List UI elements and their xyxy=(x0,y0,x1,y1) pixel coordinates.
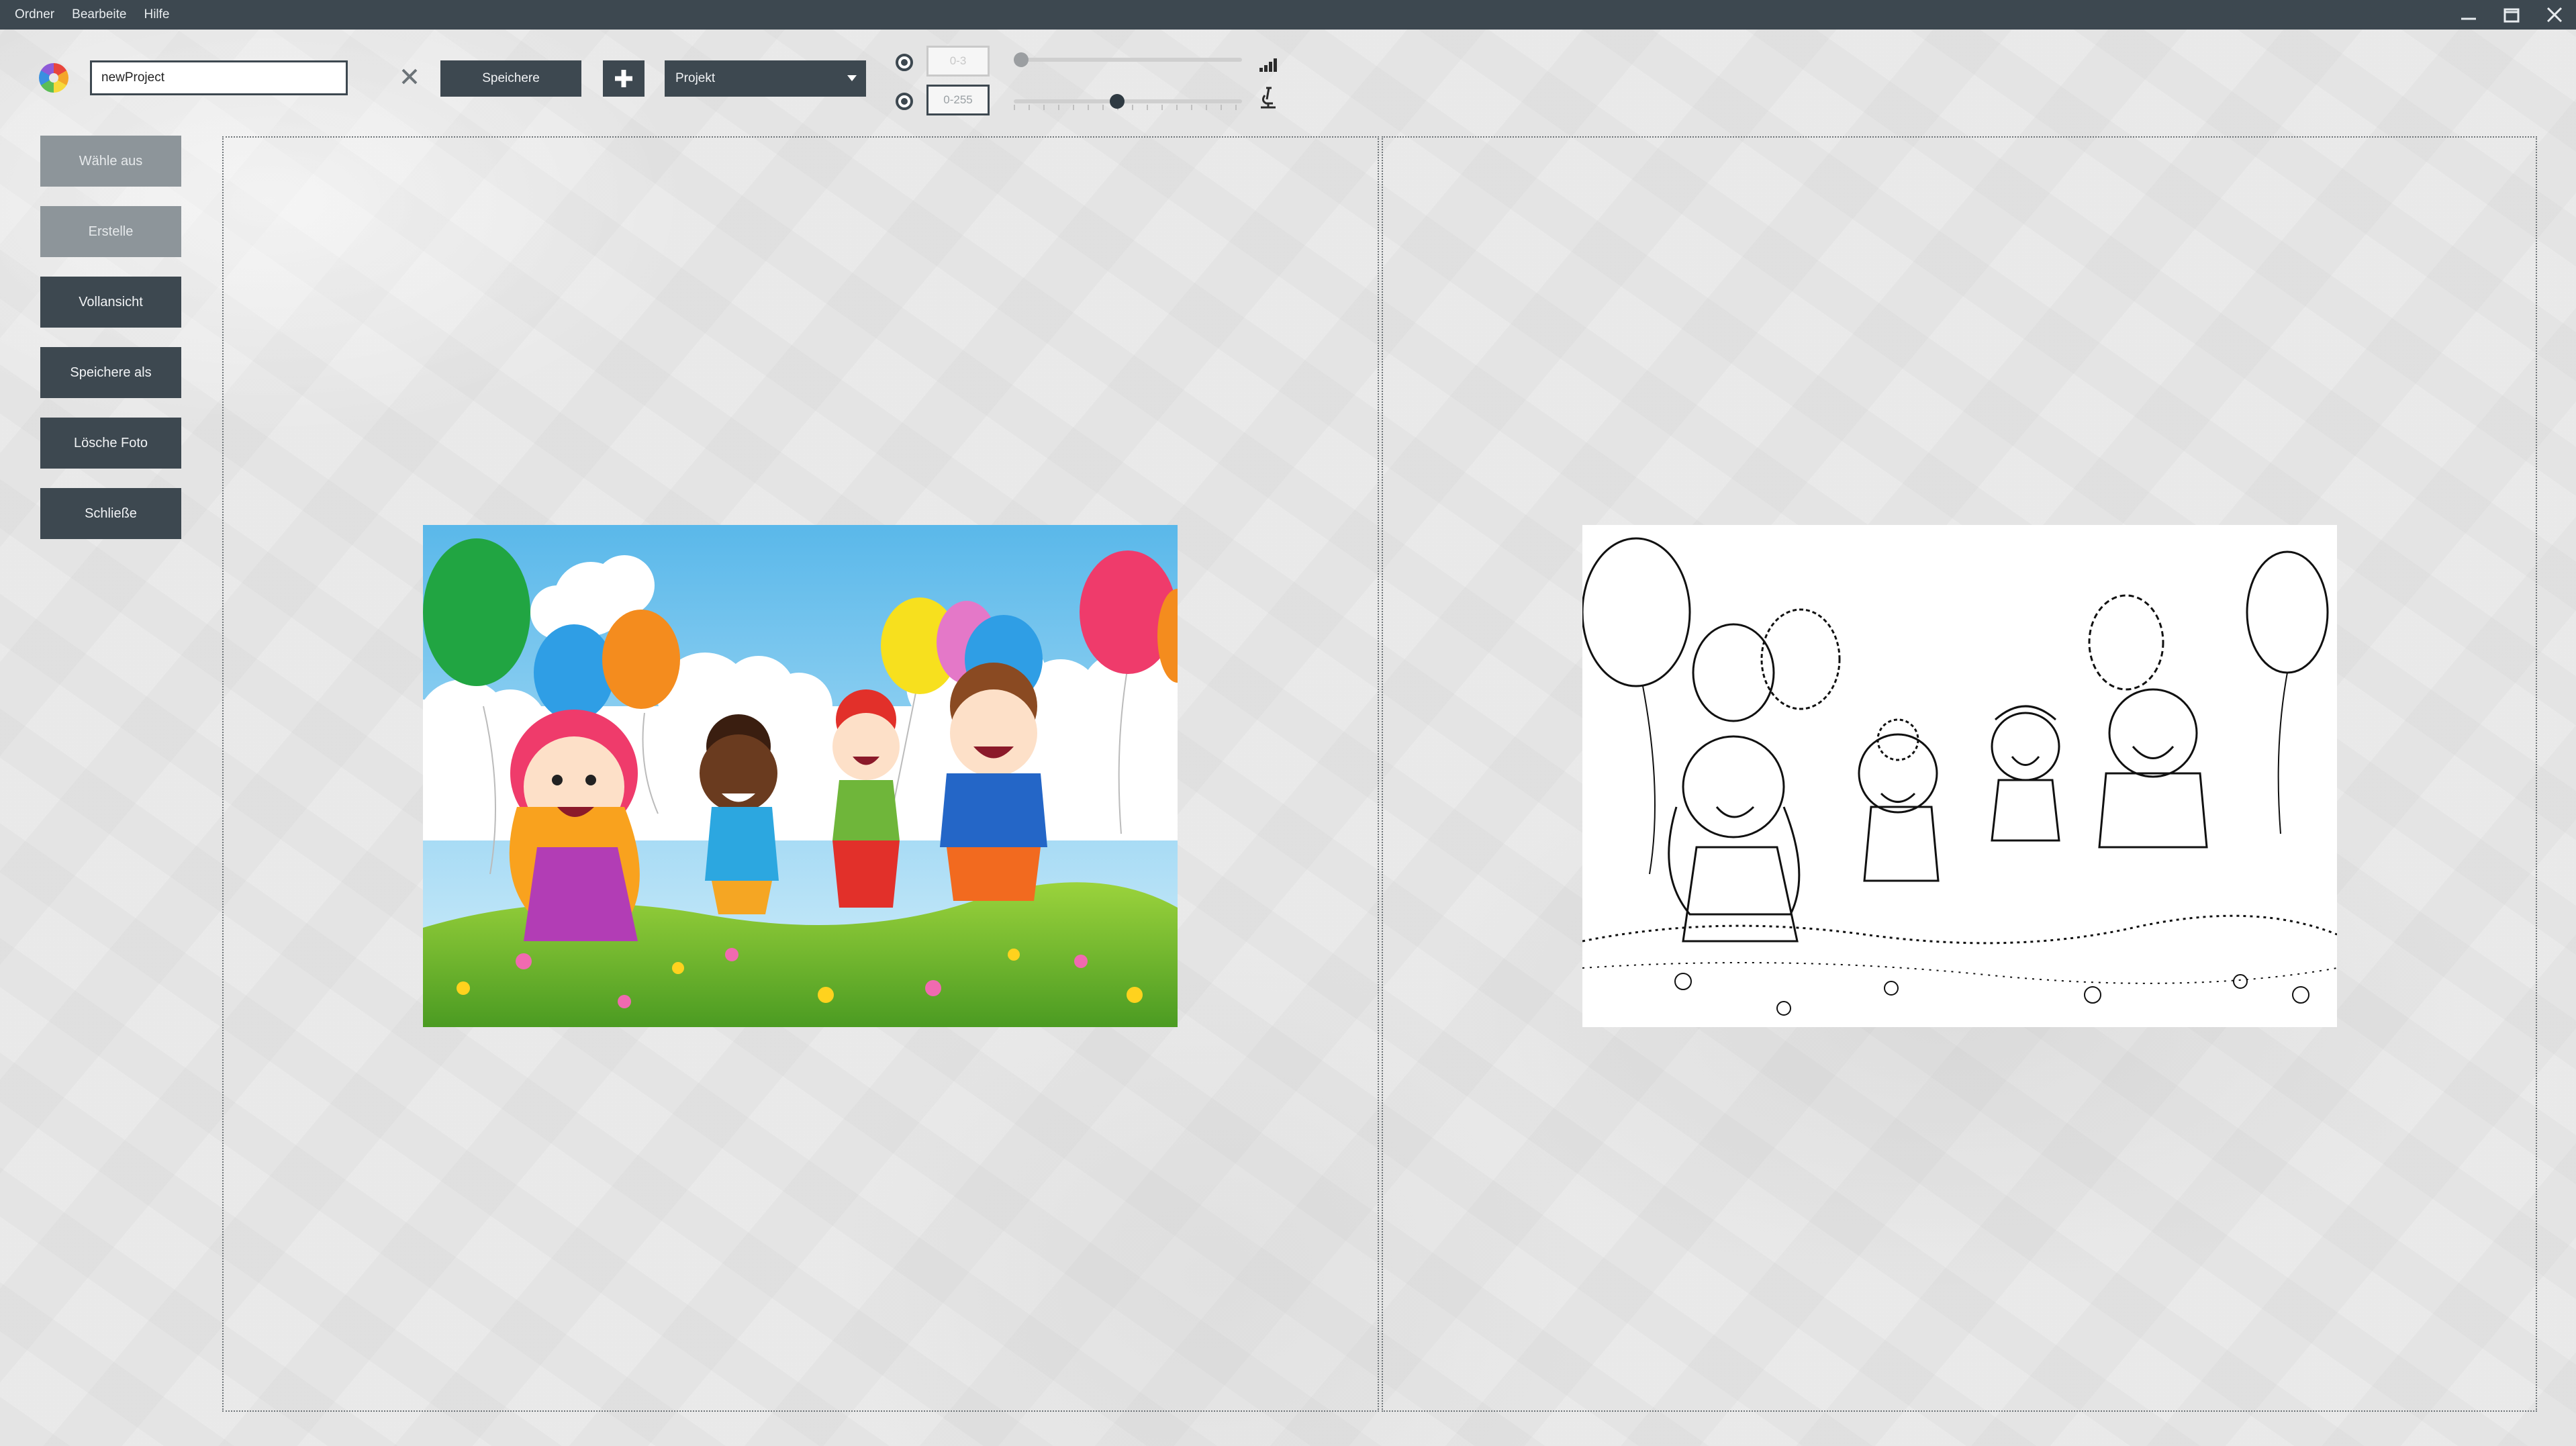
menu-hilfe[interactable]: Hilfe xyxy=(144,7,169,22)
menu-bar: Ordner Bearbeite Hilfe xyxy=(0,0,2576,30)
menu: Ordner Bearbeite Hilfe xyxy=(15,0,170,30)
brightness-slider-handle[interactable] xyxy=(1110,94,1125,109)
delete-photo-button[interactable]: Lösche Foto xyxy=(40,418,181,469)
chevron-down-icon xyxy=(847,75,857,81)
original-photo xyxy=(423,525,1178,1027)
menu-ordner[interactable]: Ordner xyxy=(15,7,54,22)
minimize-button[interactable] xyxy=(2447,0,2490,30)
close-button[interactable] xyxy=(2533,0,2576,30)
project-dropdown-value: Projekt xyxy=(675,71,716,85)
create-button[interactable]: Erstelle xyxy=(40,206,181,257)
sketch-photo xyxy=(1582,525,2337,1027)
threshold-slider[interactable] xyxy=(1014,58,1242,62)
slider-ticks xyxy=(1014,105,1242,110)
clear-x-icon xyxy=(401,68,418,85)
signal-strength-icon xyxy=(1259,58,1277,72)
save-button[interactable]: Speichere xyxy=(440,60,581,97)
full-view-button[interactable]: Vollansicht xyxy=(40,277,181,328)
maximize-button[interactable] xyxy=(2490,0,2533,30)
close-project-button[interactable]: Schließe xyxy=(40,488,181,539)
threshold-range-field[interactable]: 0-3 xyxy=(926,46,990,77)
color-wheel-icon xyxy=(39,63,68,93)
microscope-icon xyxy=(1261,87,1276,109)
brightness-slider[interactable] xyxy=(1014,99,1242,103)
close-icon xyxy=(2546,7,2563,23)
select-button[interactable]: Wähle aus xyxy=(40,136,181,187)
brightness-radio[interactable] xyxy=(896,93,913,110)
maximize-icon xyxy=(2503,8,2520,23)
menu-bearbeite[interactable]: Bearbeite xyxy=(72,7,126,22)
threshold-radio[interactable] xyxy=(896,54,913,71)
threshold-slider-handle[interactable] xyxy=(1014,52,1029,67)
window-controls xyxy=(2447,0,2576,30)
project-name-input[interactable] xyxy=(90,60,348,95)
clear-project-name-button[interactable] xyxy=(397,64,422,89)
add-button[interactable] xyxy=(603,60,645,97)
project-dropdown[interactable]: Projekt xyxy=(665,60,866,97)
brightness-range-field[interactable]: 0-255 xyxy=(926,85,990,115)
minimize-icon xyxy=(2461,17,2476,20)
plus-icon xyxy=(615,70,632,87)
save-as-button[interactable]: Speichere als xyxy=(40,347,181,398)
